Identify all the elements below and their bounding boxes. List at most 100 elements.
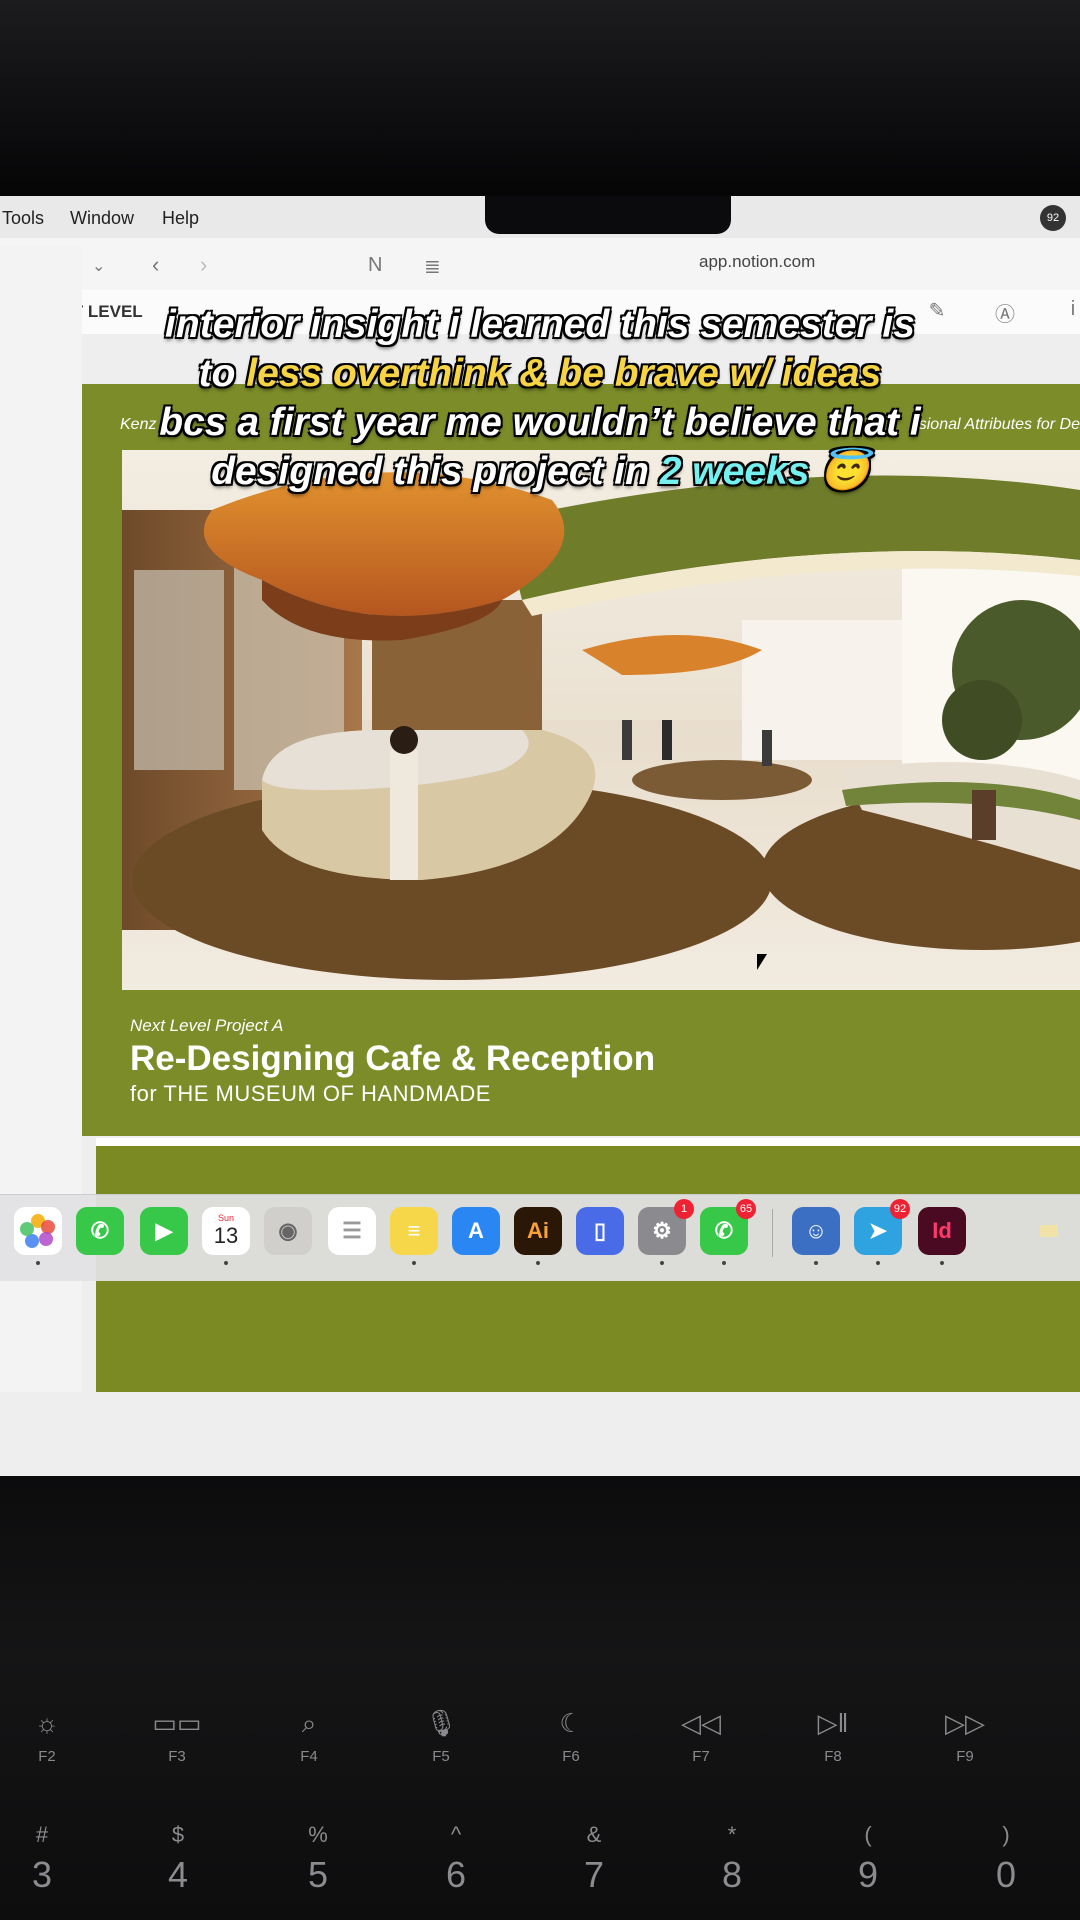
trash-icon[interactable] [1040,1225,1058,1237]
key-number: 0 [995,1854,1017,1895]
running-indicator [412,1261,416,1265]
dock: ✆ ▶ Sun 13 ◉ ☰ ≡ A Ai ▯ ⚙ 1 ✆ 65 ☺ ➤ 92 … [0,1194,1080,1281]
key-0[interactable]: ) 0 [961,1822,1051,1896]
key-number: 9 [857,1854,879,1895]
top-bezel [0,0,1080,196]
caption-line-1: interior insight i learned this semester… [165,303,915,346]
browser-toolbar: ▯ ⌄ ‹ › N ≣ app.notion.com [0,238,1080,291]
caption-line-4-pre: designed this project in [211,450,660,493]
fkey-f2[interactable]: ☼ F2 [2,1708,92,1765]
running-indicator [722,1261,726,1265]
settings-app-icon[interactable]: ⚙ 1 [638,1199,694,1255]
key-number: 5 [307,1854,329,1895]
key-9[interactable]: (9 [823,1822,913,1896]
halo-emoji: 😇 [820,450,869,493]
key-3[interactable]: #3 [0,1822,87,1896]
key-symbol: ( [864,1822,872,1847]
key-number: 4 [167,1854,189,1895]
fkey-f7[interactable]: ◁◁ F7 [656,1708,746,1765]
caption-line-3: bcs a first year me wouldn’t believe tha… [159,401,921,444]
menu-status-icon[interactable]: 92 [1040,205,1066,231]
whatsapp-badge: 65 [736,1199,756,1219]
fkey-glyph-icon: ▷‖ [817,1708,849,1738]
key-symbol: # [35,1822,49,1847]
indesign-app-icon[interactable]: Id [918,1207,966,1255]
fkey-f6[interactable]: ☾ F6 [526,1708,616,1765]
key-6[interactable]: ^ 6 [411,1822,501,1896]
fkey-f8[interactable]: ▷‖ F8 [788,1708,878,1765]
fkey-label: F4 [300,1748,318,1765]
slide-small-subtitle: Next Level Project A [130,1016,284,1035]
video-caption: interior insight i learned this semester… [0,300,1080,496]
menu-window[interactable]: Window [70,208,134,229]
reader-icon[interactable]: ≣ [424,254,441,279]
key-4[interactable]: $4 [133,1822,223,1896]
key-symbol: ^ [450,1822,462,1847]
chevron-down-icon[interactable]: ⌄ [92,256,105,276]
app-store-icon[interactable]: A [452,1207,500,1255]
slide-subtitle: for THE MUSEUM OF HANDMADE [130,1081,491,1106]
finder-app-icon[interactable]: ☺ [792,1207,840,1255]
contacts-app-icon[interactable]: ◉ [264,1207,312,1255]
reminders-app-icon[interactable]: ☰ [328,1207,376,1255]
fkey-glyph-icon: ☼ [35,1708,59,1738]
fkey-label: F5 [432,1748,450,1765]
photos-app-icon[interactable] [14,1207,62,1255]
fkey-f9[interactable]: ▷▷ F9 [920,1708,1010,1765]
fkey-glyph-icon: ⌕ [301,1708,317,1738]
slide-cafe-reception: Kenz ssional Attributes for De Next Leve… [82,384,1080,1136]
key-symbol: & [586,1822,602,1847]
menu-help[interactable]: Help [162,208,199,229]
key-7[interactable]: & 7 [549,1822,639,1896]
caption-highlight-cyan: 2 weeks [659,450,810,493]
caption-line-4: designed this project in 2 weeks 😇 [0,447,1080,496]
whatsapp-app-icon[interactable]: ✆ 65 [700,1199,756,1255]
running-indicator [660,1261,664,1265]
fkey-label: F9 [956,1748,974,1765]
key-number: 6 [445,1854,467,1895]
menu-bar: Tools Window Help 92 [0,196,1080,238]
caption-line-2-pre: to [198,352,247,395]
url-field[interactable]: app.notion.com [699,252,815,272]
phone-app-icon[interactable]: ✆ [76,1207,124,1255]
menu-tools[interactable]: Tools [2,208,44,229]
illustrator-app-icon[interactable]: Ai [514,1207,562,1255]
key-8[interactable]: * 8 [687,1822,777,1896]
fkey-label: F3 [168,1748,186,1765]
settings-badge: 1 [674,1199,694,1219]
key-symbol: ) [1002,1822,1010,1847]
back-icon[interactable]: ‹ [152,252,159,278]
fkey-f5[interactable]: 🎙 F5 [396,1708,486,1765]
key-symbol: * [727,1822,737,1847]
key-symbol: $ [171,1822,185,1847]
fkey-f3[interactable]: ▭▭ F3 [132,1708,222,1765]
slide-title: Re-Designing Cafe & Reception [130,1039,656,1078]
photos-flower-icon [20,1214,55,1248]
fkey-f4[interactable]: ⌕ F4 [264,1708,354,1765]
fkey-glyph-icon: ☾ [559,1708,583,1738]
notes-app-icon[interactable]: ≡ [390,1207,438,1255]
calendar-date: 13 [213,1223,239,1248]
key-symbol: % [308,1822,328,1847]
calendar-day: Sun [217,1213,234,1223]
key-number: 8 [721,1854,743,1895]
key-5[interactable]: % 5 [273,1822,363,1896]
telegram-badge: 92 [890,1199,910,1219]
running-indicator [940,1261,944,1265]
running-indicator [224,1261,228,1265]
mouse-cursor [757,954,767,970]
fkey-label: F6 [562,1748,580,1765]
facetime-app-icon[interactable]: ▶ [140,1207,188,1255]
fkey-glyph-icon: ▭▭ [152,1708,202,1738]
running-indicator [814,1261,818,1265]
fkey-glyph-icon: ◁◁ [681,1708,721,1738]
forward-icon[interactable]: › [200,252,207,278]
calendar-app-icon[interactable]: Sun 13 [202,1207,250,1255]
telegram-app-icon[interactable]: ➤ 92 [854,1199,910,1255]
simulator-app-icon[interactable]: ▯ [576,1207,624,1255]
slide-divider [96,1138,1080,1146]
dock-separator [772,1209,773,1257]
caption-line-2: to less overthink & be brave w/ ideas [0,349,1080,398]
notion-icon[interactable]: N [368,254,382,277]
illustrator-label: Ai [527,1218,549,1243]
